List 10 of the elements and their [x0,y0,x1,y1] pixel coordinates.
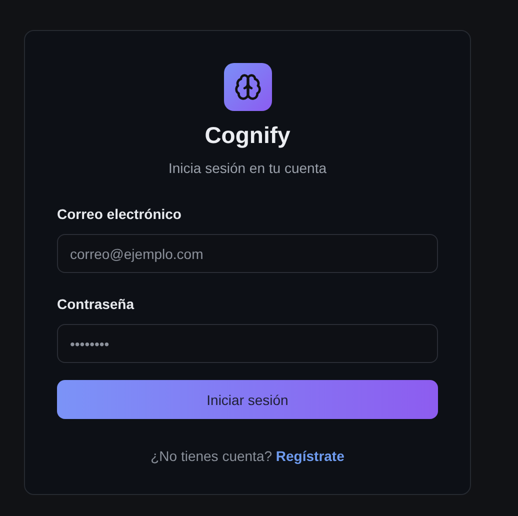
email-field[interactable]: correo@ejemplo.com [57,234,438,273]
app-title: Cognify [204,121,290,149]
register-link[interactable]: Regístrate [276,448,344,464]
brain-icon [224,63,272,111]
field-label: Correo electrónico [57,205,182,223]
subtitle: Inicia sesión en tu cuenta [168,159,326,177]
sign-in-button[interactable]: Iniciar sesión [57,380,438,419]
footer-text: ¿No tienes cuenta? [150,448,272,464]
password-field[interactable]: •••••••• [57,324,438,363]
field-label: Contraseña [57,295,136,313]
